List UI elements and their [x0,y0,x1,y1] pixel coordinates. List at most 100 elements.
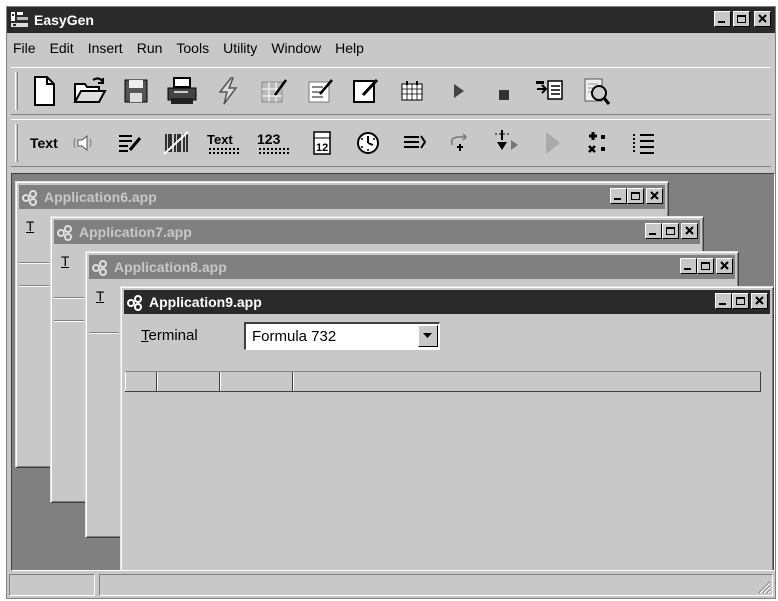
checklist-edit-button[interactable] [302,73,338,109]
text-format-button[interactable]: Text [204,125,244,161]
application-icon [21,188,41,206]
child-titlebar[interactable]: Application9.app [124,290,770,314]
new-document-button[interactable] [26,73,62,109]
grid-header-cell[interactable] [125,372,157,391]
terminal-label-rest: erminal [148,327,198,344]
list-edit-icon [118,135,141,152]
child-title: Application7.app [79,224,192,240]
terminal-label-partial: T [96,288,104,304]
insert-sound-button[interactable] [66,125,102,161]
print-button[interactable] [164,73,200,109]
step-down-button[interactable] [488,125,524,161]
maximize-button[interactable] [697,258,714,274]
standard-toolbar [11,67,771,115]
child-title: Application9.app [149,294,262,310]
table-edit-button[interactable] [256,73,292,109]
run-triangle-icon [545,132,560,154]
toolbar-grip[interactable] [15,124,18,162]
menu-utility[interactable]: Utility [216,40,264,56]
minimize-button[interactable] [610,188,627,204]
text-format-label: Text [207,132,233,147]
close-button[interactable] [646,188,663,204]
find-replace-button[interactable] [578,73,614,109]
clock-icon [356,132,379,154]
minimize-button[interactable] [645,223,662,239]
close-button[interactable] [681,223,698,239]
menu-edit[interactable]: Edit [43,40,81,56]
maximize-button[interactable] [627,188,644,204]
bulleted-list-button[interactable] [626,125,662,161]
number-format-button[interactable]: 123 [254,125,294,161]
play-button[interactable] [440,73,476,109]
menu-file[interactable]: File [7,40,43,56]
insert-text-button[interactable]: Text [26,125,62,161]
multiply-list-button[interactable] [580,125,616,161]
open-button[interactable] [72,73,108,109]
calendar-button[interactable]: 12 [304,125,340,161]
barcode-icon [163,131,189,155]
pencil-box-button[interactable] [348,73,384,109]
maximize-button[interactable] [732,293,749,309]
table-edit-icon [261,79,288,103]
grid-header-partial [54,297,84,299]
menu-help[interactable]: Help [328,40,371,56]
toolbar-grip[interactable] [15,72,18,110]
easygen-main-window: EasyGen File Edit Insert Run Tools Utili… [6,6,776,599]
grid-header-partial [89,332,119,334]
bulleted-list-icon [632,134,654,154]
save-button[interactable] [118,73,154,109]
close-button[interactable] [754,11,771,27]
grid-header-cell[interactable] [220,372,293,391]
calendar-grid-button[interactable] [394,73,430,109]
clock-button[interactable] [350,125,386,161]
stop-button[interactable] [486,73,522,109]
insert-list-icon [536,80,563,100]
application-icon [56,223,76,241]
app-titlebar[interactable]: EasyGen [7,7,775,33]
stop-icon [499,90,509,100]
pencil-box-icon [353,78,379,103]
maximize-button[interactable] [733,11,750,27]
list-arrow-button[interactable] [396,125,432,161]
child-window-application9[interactable]: Application9.app Terminal Formula 732 [120,286,774,570]
minimize-button[interactable] [714,11,731,27]
save-disk-icon [124,79,148,103]
find-replace-icon [584,78,611,105]
close-button[interactable] [751,293,768,309]
list-edit-button[interactable] [112,125,148,161]
child-titlebar[interactable]: Application8.app [89,255,735,279]
mdi-client-area: Application6.app T Application7.app T Ap… [11,173,775,571]
menu-tools[interactable]: Tools [169,40,216,56]
terminal-select[interactable]: Formula 732 [244,322,440,350]
child-title: Application8.app [114,259,227,275]
terminal-label: Terminal [141,327,198,344]
compile-button[interactable] [210,73,246,109]
terminal-label-accel: T [141,327,149,344]
child-titlebar[interactable]: Application7.app [54,220,700,244]
list-arrow-icon [403,135,426,149]
menu-run[interactable]: Run [130,40,170,56]
minimize-button[interactable] [715,293,732,309]
chevron-down-icon [423,333,432,338]
loop-button[interactable] [442,125,478,161]
number-format-icon: 123 [257,131,289,154]
run-triangle-button[interactable] [534,125,570,161]
menu-insert[interactable]: Insert [81,40,130,56]
insert-list-button[interactable] [532,73,568,109]
grid-header-cell[interactable] [157,372,220,391]
grid-header-cell[interactable] [293,372,761,391]
close-button[interactable] [716,258,733,274]
status-bar [9,573,773,597]
new-document-icon [34,76,55,106]
terminal-dropdown-button[interactable] [418,325,438,347]
print-icon [167,77,197,104]
application-icon [91,258,111,276]
barcode-button[interactable] [158,125,194,161]
minimize-button[interactable] [680,258,697,274]
child-titlebar[interactable]: Application6.app [19,185,665,209]
maximize-button[interactable] [662,223,679,239]
menu-window[interactable]: Window [264,40,328,56]
text-format-icon: Text [207,132,239,154]
number-format-label: 123 [257,131,281,147]
step-down-icon [494,130,518,150]
